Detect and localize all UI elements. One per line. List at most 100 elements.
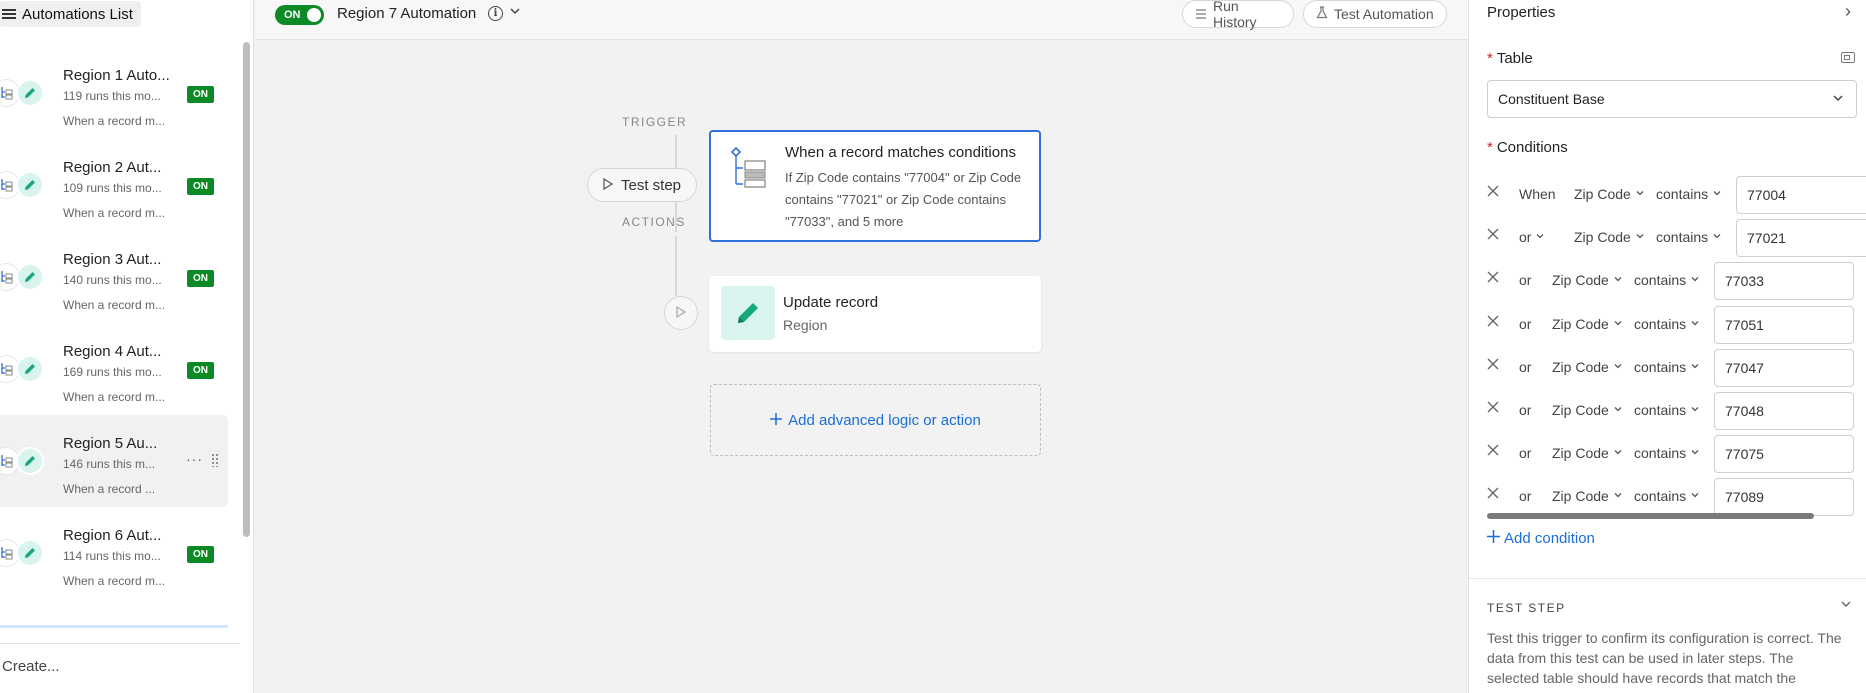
condition-joiner[interactable]: or: [1519, 229, 1545, 245]
remove-condition-icon[interactable]: [1487, 314, 1499, 332]
automation-list-item[interactable]: Region 2 Aut... 109 runs this mo... When a…: [0, 139, 228, 231]
test-step-button[interactable]: Test step: [587, 168, 697, 202]
automations-sidebar: Automations List Region 1 Auto... 119 run…: [0, 0, 254, 693]
condition-field-select[interactable]: Zip Code: [1552, 316, 1623, 332]
info-icon[interactable]: i: [488, 6, 503, 21]
condition-value-input[interactable]: 77051: [1714, 306, 1854, 344]
operator-label: contains: [1634, 359, 1687, 375]
automations-list-label: Automations List: [22, 5, 133, 23]
automation-title[interactable]: Region 7 Automation: [337, 5, 476, 22]
remove-condition-icon[interactable]: [1487, 357, 1499, 375]
table-select[interactable]: Constituent Base: [1487, 80, 1857, 118]
remove-condition-icon[interactable]: [1487, 400, 1499, 418]
conditions-horizontal-scrollbar[interactable]: [1487, 513, 1814, 519]
operator-label: contains: [1634, 488, 1687, 504]
condition-operator-select[interactable]: contains: [1634, 402, 1700, 418]
automation-list-item[interactable]: Region 3 Aut... 140 runs this mo... When a…: [0, 231, 228, 323]
joiner-label: or: [1519, 229, 1532, 245]
remove-condition-icon[interactable]: [1487, 270, 1499, 288]
operator-label: contains: [1656, 186, 1709, 202]
condition-value-input[interactable]: 77089: [1714, 478, 1854, 516]
add-condition-button[interactable]: Add condition: [1487, 530, 1595, 547]
conditions-label-text: Conditions: [1496, 139, 1568, 156]
field-label: Zip Code: [1552, 445, 1609, 461]
automation-list: Region 1 Auto... 119 runs this mo... When …: [0, 44, 238, 626]
run-history-label: Run History: [1213, 0, 1257, 30]
test-automation-button[interactable]: Test Automation: [1303, 0, 1447, 28]
play-icon: [603, 177, 614, 194]
automation-name: Region 3 Aut...: [63, 251, 162, 268]
condition-operator-select[interactable]: contains: [1634, 272, 1700, 288]
run-action-button[interactable]: [664, 296, 698, 330]
pencil-icon: [721, 286, 775, 340]
automations-list-button[interactable]: Automations List: [0, 1, 141, 27]
conditions-label: * Conditions: [1487, 139, 1568, 156]
automation-topbar: ON Region 7 Automation i Run History Tes…: [255, 0, 1468, 40]
drag-handle-icon[interactable]: [211, 453, 219, 467]
more-options-icon[interactable]: ···: [186, 451, 203, 467]
condition-field-select[interactable]: Zip Code: [1552, 402, 1623, 418]
status-badge: ON: [187, 178, 214, 195]
condition-field-select[interactable]: Zip Code: [1552, 488, 1623, 504]
condition-operator-select[interactable]: contains: [1634, 316, 1700, 332]
operator-label: contains: [1634, 316, 1687, 332]
condition-value-input[interactable]: 77004: [1736, 176, 1866, 214]
condition-field-select[interactable]: Zip Code: [1552, 272, 1623, 288]
chevron-down-icon: [1690, 361, 1700, 374]
chevron-down-icon[interactable]: [1840, 598, 1852, 613]
remove-condition-icon[interactable]: [1487, 184, 1499, 202]
operator-label: contains: [1634, 272, 1687, 288]
chevron-down-icon[interactable]: [509, 5, 521, 20]
condition-value-input[interactable]: 77075: [1714, 435, 1854, 473]
field-label: Zip Code: [1574, 229, 1631, 245]
condition-value-input[interactable]: 77048: [1714, 392, 1854, 430]
condition-operator-select[interactable]: contains: [1656, 186, 1722, 202]
automation-list-item[interactable]: Region 6 Aut... 114 runs this mo... When a…: [0, 507, 228, 599]
action-card-update-record[interactable]: Update record Region: [709, 276, 1041, 352]
condition-operator-select[interactable]: contains: [1634, 359, 1700, 375]
condition-operator-select[interactable]: contains: [1634, 445, 1700, 461]
chevron-down-icon: [1613, 274, 1623, 287]
remove-condition-icon[interactable]: [1487, 227, 1499, 245]
field-label: Zip Code: [1574, 186, 1631, 202]
field-label: Zip Code: [1552, 402, 1609, 418]
expand-panel-icon[interactable]: [1841, 52, 1855, 63]
automation-list-item[interactable]: Region 1 Auto... 119 runs this mo... When …: [0, 47, 228, 139]
chevron-down-icon: [1712, 231, 1722, 244]
automation-list-item[interactable]: Region 5 Au... 146 runs this m... When a r…: [0, 415, 228, 507]
condition-joiner: or: [1519, 316, 1531, 332]
plus-icon: [1487, 530, 1500, 547]
condition-value-input[interactable]: 77047: [1714, 349, 1854, 387]
close-panel-icon[interactable]: ›: [1845, 1, 1851, 22]
remove-condition-icon[interactable]: [1487, 486, 1499, 504]
condition-field-select[interactable]: Zip Code: [1552, 359, 1623, 375]
condition-value-input[interactable]: 77021: [1736, 219, 1866, 257]
automation-runs: 140 runs this mo...: [63, 273, 162, 287]
create-automation-link[interactable]: Create...: [2, 658, 60, 675]
trigger-card[interactable]: When a record matches conditions If Zip …: [709, 130, 1041, 242]
properties-title: Properties: [1487, 4, 1556, 21]
automation-canvas: TRIGGER Test step When a record matches …: [255, 40, 1468, 693]
condition-value-input[interactable]: 77033: [1714, 262, 1854, 300]
remove-condition-icon[interactable]: [1487, 443, 1499, 461]
table-label: * Table: [1487, 50, 1533, 67]
automation-on-toggle[interactable]: ON: [275, 5, 324, 25]
condition-operator-select[interactable]: contains: [1634, 488, 1700, 504]
pencil-icon: [16, 171, 44, 199]
sidebar-scrollbar[interactable]: [243, 42, 250, 537]
automation-icons: [0, 261, 48, 291]
condition-operator-select[interactable]: contains: [1656, 229, 1722, 245]
condition-field-select[interactable]: Zip Code: [1574, 186, 1645, 202]
chevron-down-icon: [1690, 404, 1700, 417]
actions-section-label: ACTIONS: [622, 215, 686, 229]
add-advanced-logic-label: Add advanced logic or action: [788, 411, 981, 429]
joiner-label: or: [1519, 316, 1532, 332]
run-history-button[interactable]: Run History: [1182, 0, 1294, 30]
add-advanced-logic-button[interactable]: Add advanced logic or action: [710, 384, 1041, 456]
condition-field-select[interactable]: Zip Code: [1552, 445, 1623, 461]
status-badge: ON: [187, 86, 214, 103]
condition-field-select[interactable]: Zip Code: [1574, 229, 1645, 245]
automation-list-item[interactable]: Region 4 Aut... 169 runs this mo... When a…: [0, 323, 228, 415]
condition-row: or Zip Code contains 77051: [1487, 306, 1866, 344]
test-step-heading[interactable]: TEST STEP: [1487, 601, 1566, 615]
